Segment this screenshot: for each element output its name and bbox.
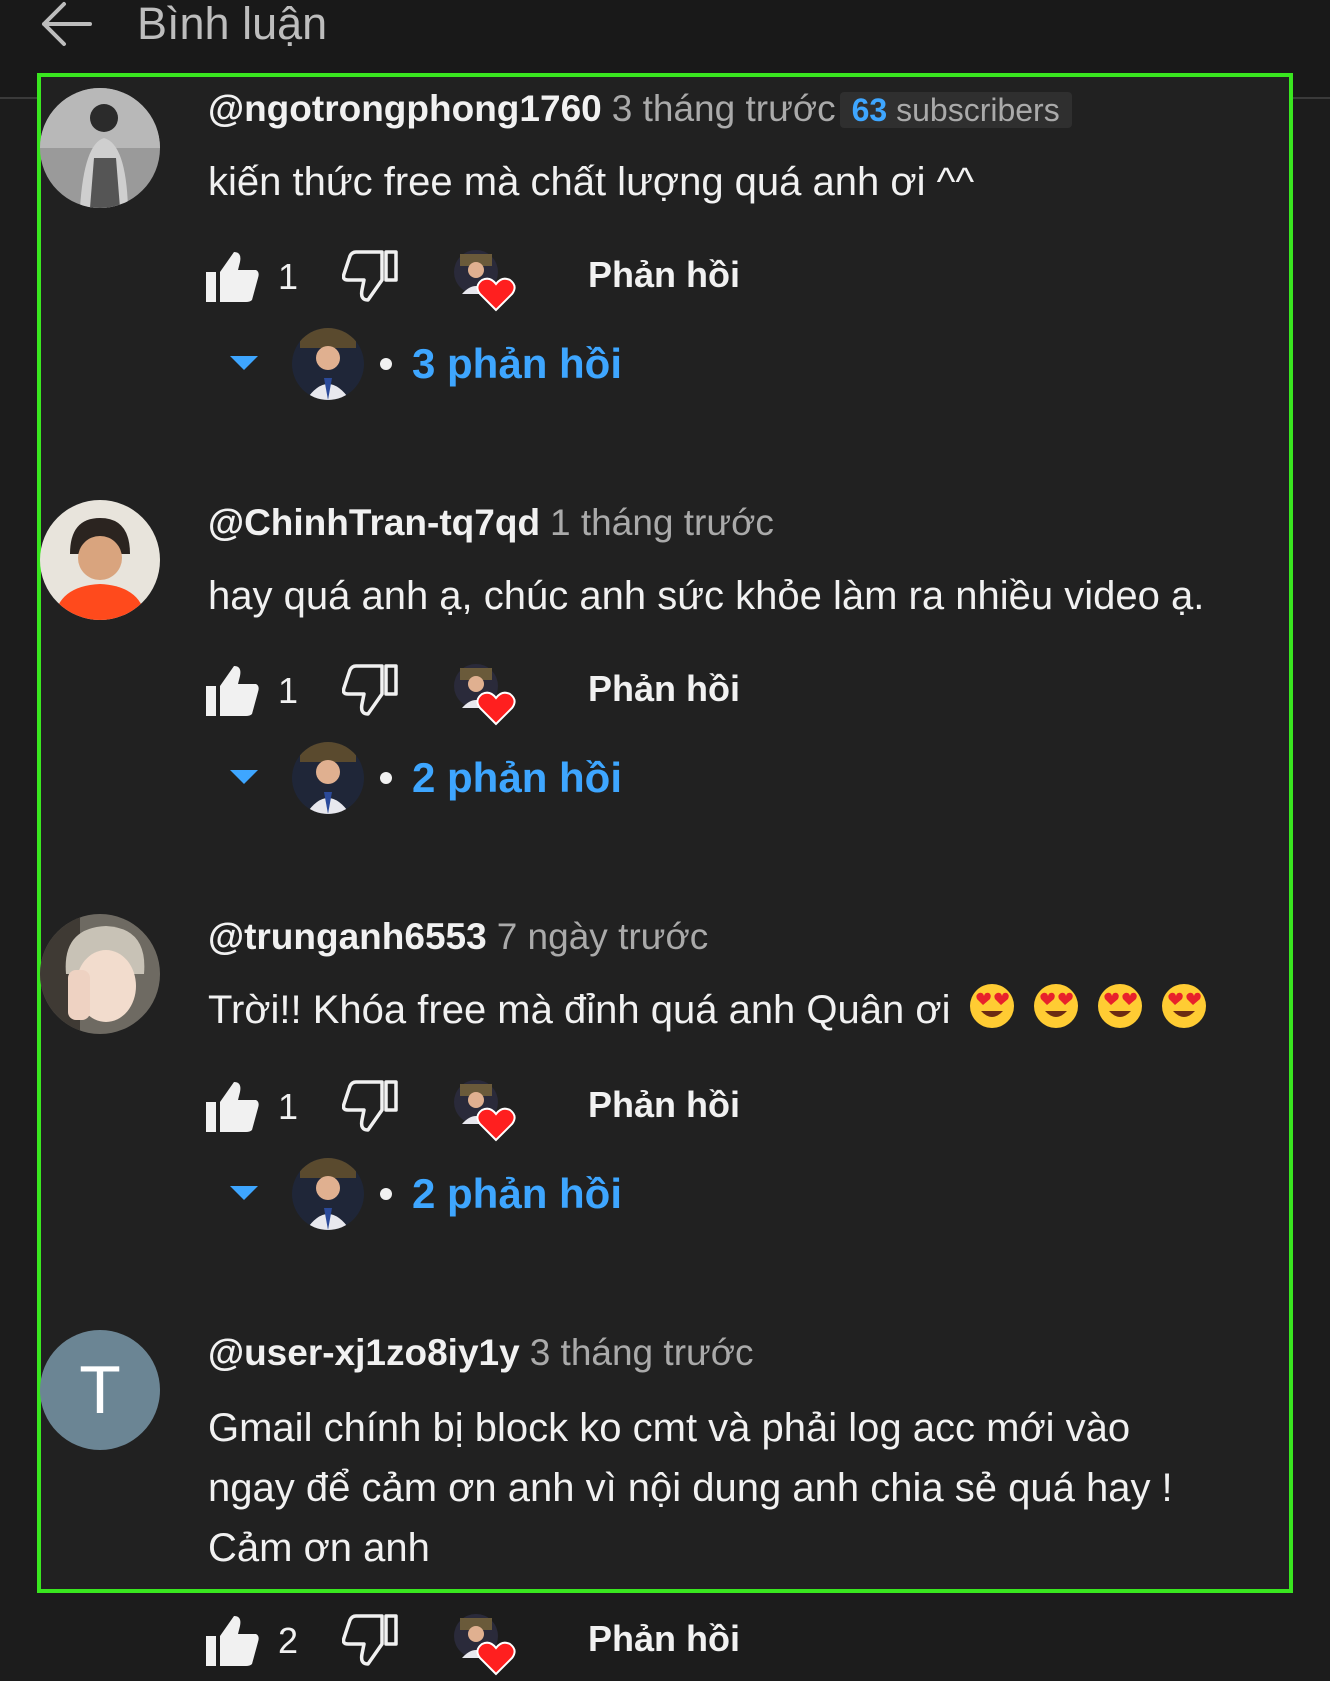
commenter-avatar[interactable] (40, 914, 160, 1034)
dislike-button[interactable] (341, 1078, 398, 1139)
comment-author[interactable]: @user-xj1zo8iy1y (208, 1332, 520, 1373)
commenter-avatar[interactable]: T (40, 1330, 160, 1450)
comment-actions: 1 Phản hồi (204, 1078, 764, 1142)
subscriber-count: 63 (851, 92, 888, 128)
thumbs-up-icon (206, 1616, 259, 1666)
replies-count[interactable]: 2 phản hồi (412, 1170, 622, 1218)
creator-avatar (292, 328, 364, 400)
subscriber-label: subscribers (896, 92, 1060, 128)
reply-button[interactable]: Phản hồi (588, 1084, 740, 1126)
thumbs-up-icon (206, 252, 259, 302)
thumbs-up-icon (206, 1082, 259, 1132)
reply-button[interactable]: Phản hồi (588, 254, 740, 296)
comment-time[interactable]: 7 ngày trước (497, 916, 709, 957)
comment-text: kiến thức free mà chất lượng quá anh ơi … (208, 160, 975, 204)
view-replies-toggle[interactable]: 2 phản hồi (228, 742, 648, 818)
commenter-avatar[interactable] (40, 88, 160, 208)
caret-down-icon (230, 356, 258, 370)
like-button[interactable] (204, 248, 260, 309)
creator-avatar (292, 742, 364, 814)
creator-heart-icon (450, 1612, 522, 1676)
subscriber-badge: 63 subscribers (839, 92, 1072, 128)
comment-header: @ngotrongphong1760 3 tháng trước 63 subscr… (208, 88, 1072, 130)
commenter-avatar[interactable] (40, 500, 160, 620)
comment-text-body: Trời!! Khóa free mà đỉnh quá anh Quân ơi (208, 988, 951, 1032)
view-replies-toggle[interactable]: 2 phản hồi (228, 1158, 648, 1234)
back-arrow-icon[interactable] (38, 0, 94, 48)
caret-down-icon (230, 770, 258, 784)
like-button[interactable] (204, 1078, 260, 1139)
like-button[interactable] (204, 1612, 260, 1673)
caret-down-icon (230, 1186, 258, 1200)
comment-actions: 2 Phản hồi (204, 1612, 764, 1676)
comment-actions: 1 Phản hồi (204, 662, 764, 726)
separator-dot (380, 772, 392, 784)
creator-avatar (292, 1158, 364, 1230)
comment-header: @user-xj1zo8iy1y 3 tháng trước (208, 1332, 754, 1374)
comment-header: @ChinhTran-tq7qd 1 tháng trước (208, 502, 774, 544)
like-count: 1 (278, 670, 299, 711)
comment-header: @trunganh6553 7 ngày trước (208, 916, 708, 958)
heart-eyes-emoji-icon (1033, 983, 1079, 1046)
separator-dot (380, 1188, 392, 1200)
dislike-button[interactable] (341, 1612, 398, 1673)
comment-text-line-3: Cảm ơn anh (208, 1526, 430, 1570)
creator-heart-icon (450, 248, 522, 312)
replies-count[interactable]: 2 phản hồi (412, 754, 622, 802)
thumbs-down-icon (341, 1080, 398, 1132)
dislike-button[interactable] (341, 662, 398, 723)
comment-text-line-1: Gmail chính bị block ko cmt và phải log … (208, 1406, 1131, 1450)
view-replies-toggle[interactable]: 3 phản hồi (228, 328, 648, 404)
thumbs-up-icon (206, 666, 259, 716)
comment-time[interactable]: 1 tháng trước (550, 502, 774, 543)
comment-author[interactable]: @ngotrongphong1760 (208, 88, 602, 129)
thumbs-down-icon (341, 1614, 398, 1666)
comment-time[interactable]: 3 tháng trước (530, 1332, 754, 1373)
separator-dot (380, 358, 392, 370)
comment-author[interactable]: @trunganh6553 (208, 916, 487, 957)
thumbs-down-icon (341, 664, 398, 716)
creator-heart-icon (450, 1078, 522, 1142)
comment-text-line-2: ngay để cảm ơn anh vì nội dung anh chia … (208, 1466, 1173, 1510)
dislike-button[interactable] (341, 248, 398, 309)
comment-text: hay quá anh ạ, chúc anh sức khỏe làm ra … (208, 574, 1205, 618)
page-title: Bình luận (137, 0, 328, 49)
reply-button[interactable]: Phản hồi (588, 668, 740, 710)
like-button[interactable] (204, 662, 260, 723)
replies-count[interactable]: 3 phản hồi (412, 340, 622, 388)
like-count: 2 (278, 1620, 299, 1661)
thumbs-down-icon (341, 250, 398, 302)
comment-actions: 1 Phản hồi (204, 248, 764, 312)
comment-author[interactable]: @ChinhTran-tq7qd (208, 502, 540, 543)
like-count: 1 (278, 256, 299, 297)
comment-time[interactable]: 3 tháng trước (612, 88, 836, 129)
like-count: 1 (278, 1086, 299, 1127)
heart-eyes-emoji-icon (1161, 983, 1207, 1046)
heart-eyes-emoji-icon (969, 983, 1015, 1046)
heart-eyes-emoji-icon (1097, 983, 1143, 1046)
comment-text: Trời!! Khóa free mà đỉnh quá anh Quân ơi (208, 980, 1207, 1046)
reply-button[interactable]: Phản hồi (588, 1618, 740, 1660)
creator-heart-icon (450, 662, 522, 726)
